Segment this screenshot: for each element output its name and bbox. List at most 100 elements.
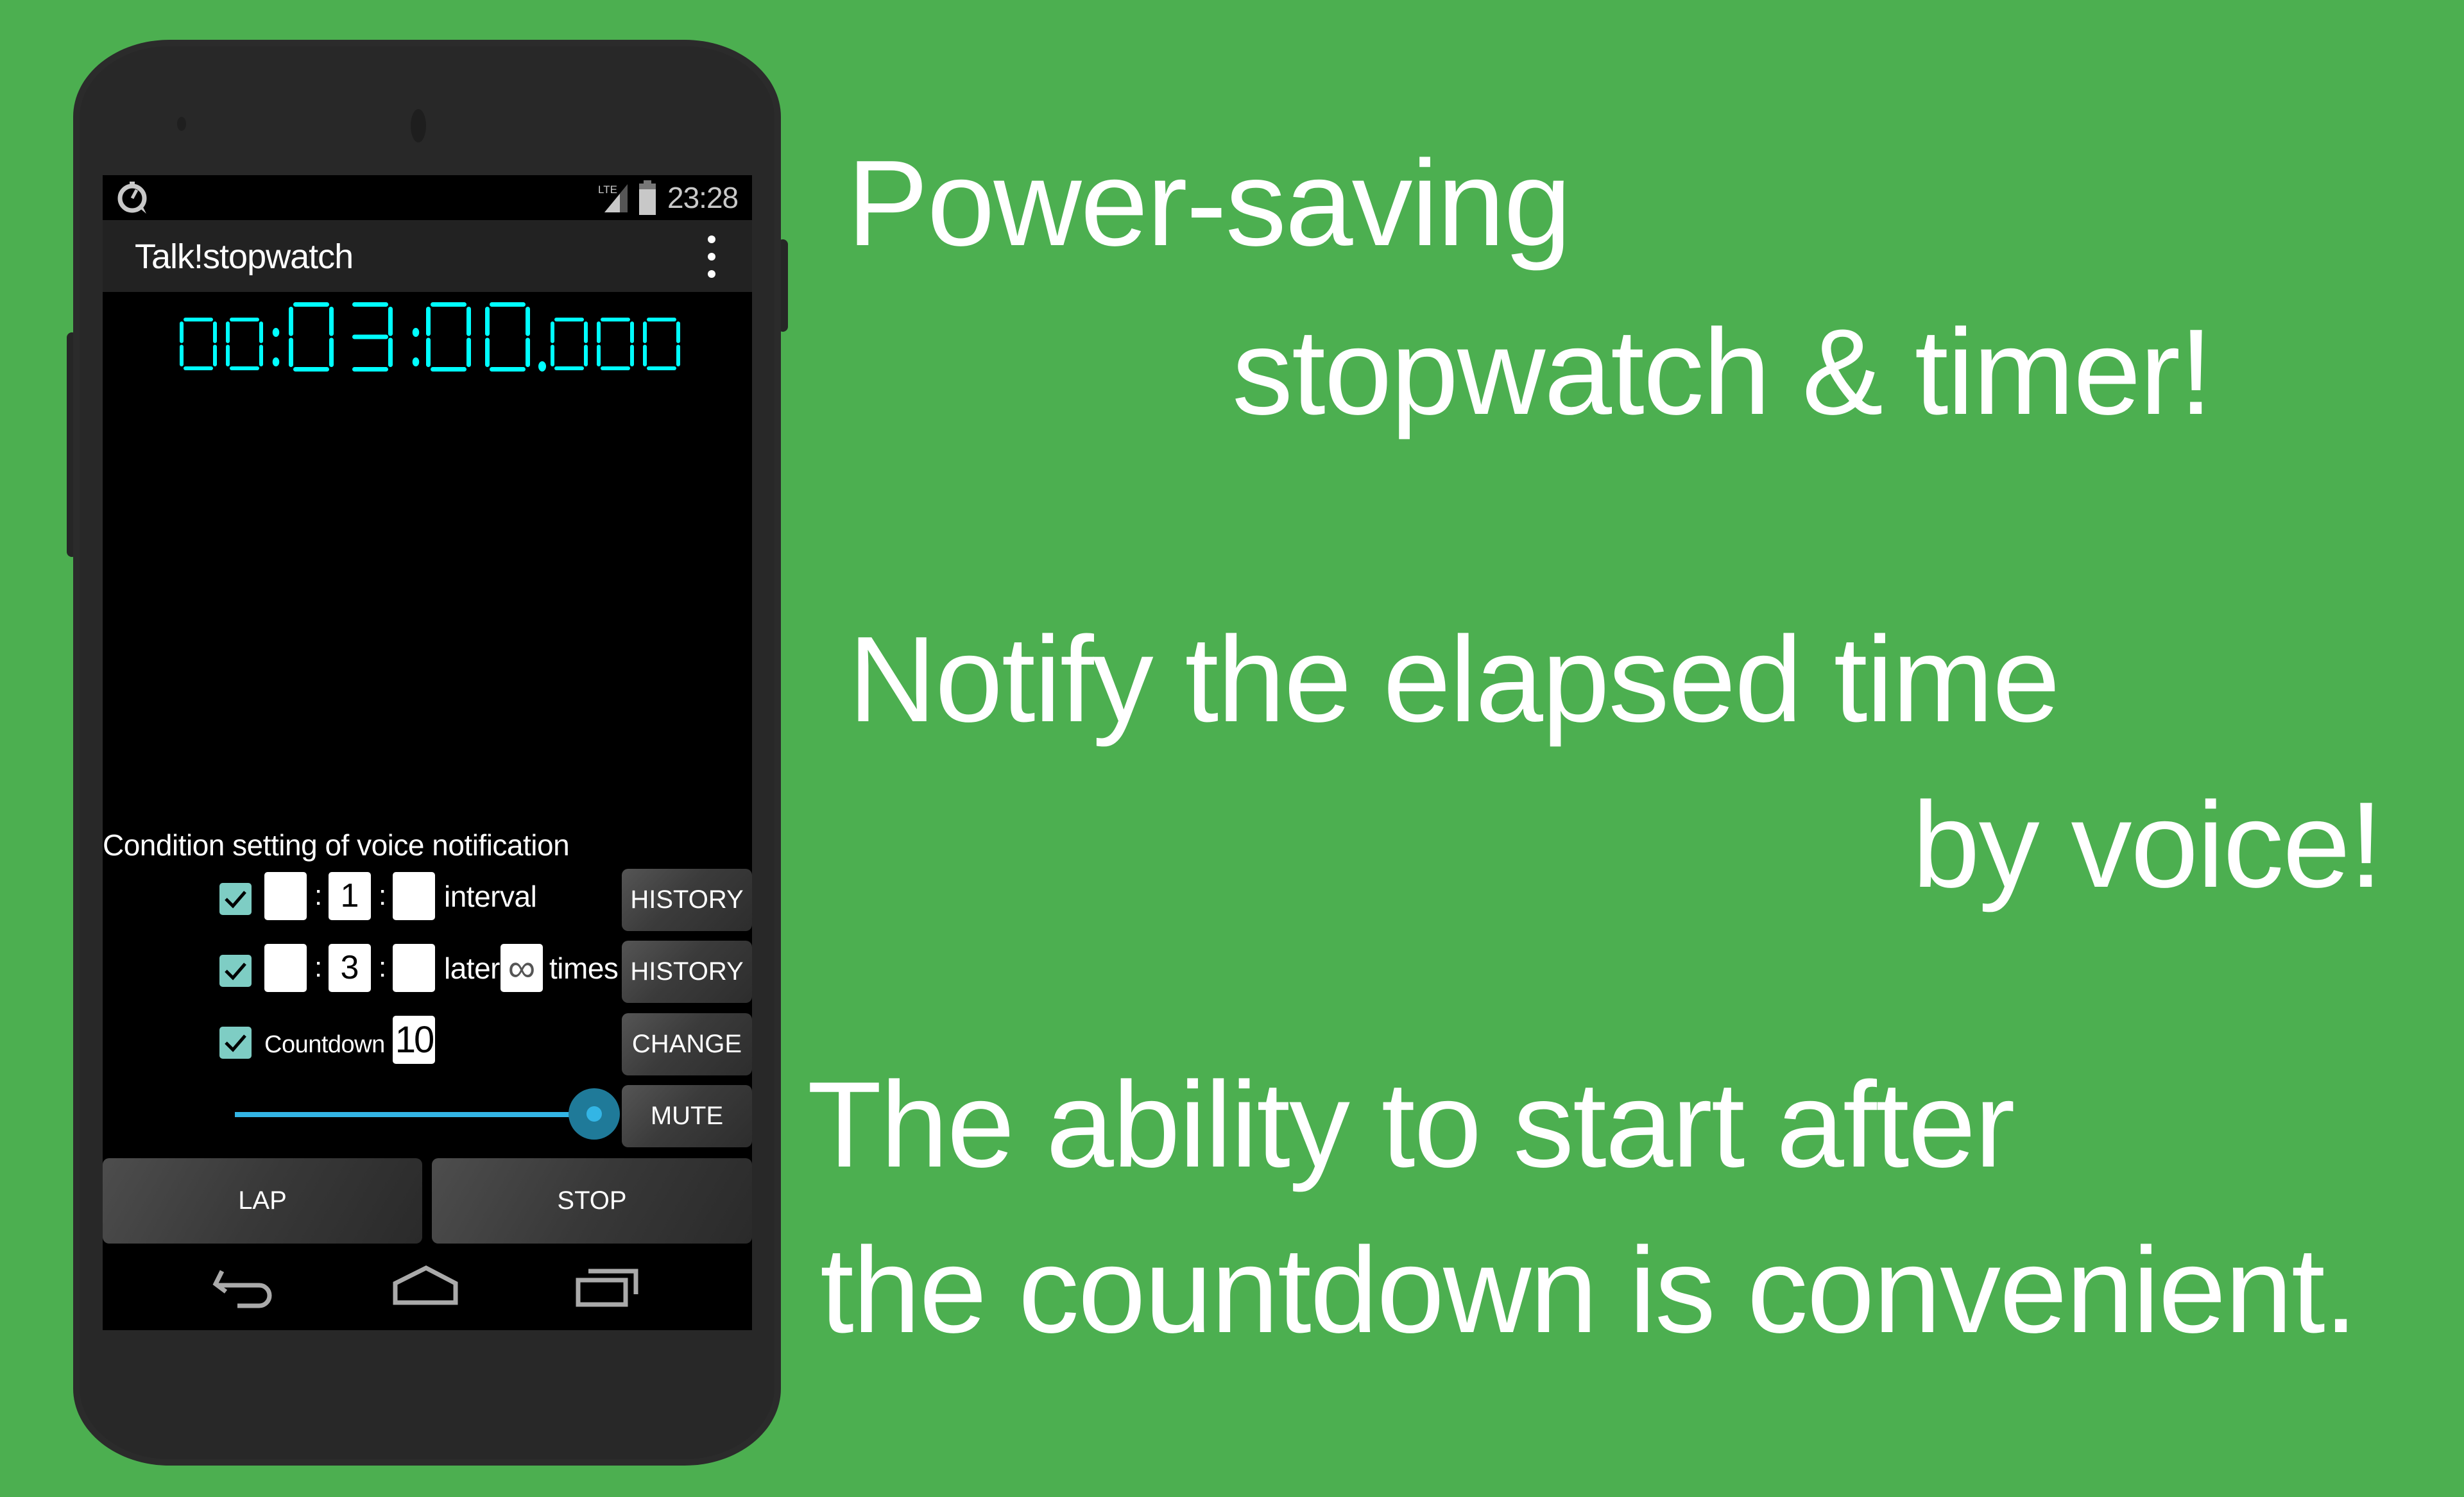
timer-hours-digit [226, 318, 263, 370]
timer-colon [272, 357, 280, 366]
segment [184, 318, 213, 321]
segment [431, 367, 466, 372]
segment [643, 345, 647, 366]
network-label: LTE [598, 184, 617, 196]
check-icon [225, 891, 246, 909]
timer-colon [272, 328, 280, 337]
segment [226, 321, 230, 343]
later-minutes-field[interactable]: 3 [329, 944, 371, 992]
segment [289, 338, 293, 367]
promo-line-ability: The ability to start after [807, 1057, 2015, 1193]
segment [551, 321, 554, 343]
interval-seconds-field[interactable] [393, 872, 435, 920]
condition-settings-title: Condition setting of voice notification [103, 828, 570, 862]
segment [213, 321, 217, 343]
check-icon [225, 1034, 246, 1052]
segment [601, 318, 630, 321]
overflow-menu-icon[interactable] [702, 235, 721, 278]
segment [329, 307, 334, 336]
volume-slider-track[interactable] [235, 1112, 594, 1117]
segment [630, 321, 634, 343]
segment [601, 366, 630, 370]
segment [630, 345, 634, 366]
timer-minutes-digit [352, 302, 393, 372]
promo-line-stopwatch-timer: stopwatch & timer! [1232, 304, 2213, 440]
segment [259, 321, 263, 343]
segment [676, 345, 680, 366]
separator: : [379, 952, 387, 983]
segment [526, 338, 530, 367]
phone-screen: LTE 23:28 Talk!stopwatch Condition setti… [103, 175, 752, 1330]
segment [551, 345, 554, 366]
countdown-seconds-field[interactable]: 10 [393, 1016, 435, 1064]
later-seconds-field[interactable] [393, 944, 435, 992]
separator: : [379, 880, 387, 911]
segment [584, 345, 588, 366]
segment [293, 302, 329, 307]
promo-line-by-voice: by voice! [1912, 777, 2383, 913]
separator: : [314, 952, 323, 983]
interval-hours-field[interactable] [264, 872, 307, 920]
segment [490, 367, 526, 372]
segment [388, 307, 393, 336]
segment [466, 338, 471, 367]
segment [426, 338, 431, 367]
volume-slider-thumb[interactable] [586, 1106, 602, 1122]
later-label: later [444, 952, 500, 985]
segment [554, 318, 584, 321]
interval-checkbox[interactable] [219, 883, 252, 915]
lap-button[interactable]: LAP [103, 1158, 422, 1244]
timer-seconds-digit [426, 302, 471, 372]
segment [676, 321, 680, 343]
status-bar: LTE 23:28 [103, 175, 752, 220]
segment [352, 334, 388, 339]
segment [526, 307, 530, 336]
segment [597, 321, 601, 343]
signal-lte-icon: LTE [598, 182, 630, 214]
segment [490, 302, 526, 307]
home-icon[interactable] [391, 1264, 462, 1315]
timer-milliseconds-digit [551, 318, 588, 370]
segment [293, 367, 329, 372]
separator: : [314, 880, 323, 911]
segment [289, 307, 293, 336]
app-title: Talk!stopwatch [135, 237, 354, 276]
segment [466, 307, 471, 336]
segment [597, 345, 601, 366]
timer-hours-digit [180, 318, 217, 370]
stop-button[interactable]: STOP [432, 1158, 752, 1244]
segment [230, 318, 259, 321]
segment [213, 345, 217, 366]
later-checkbox[interactable] [219, 955, 252, 987]
interval-label: interval [444, 880, 537, 913]
repeat-times-field[interactable]: ∞ [501, 944, 543, 992]
segment [426, 307, 431, 336]
stopwatch-notification-icon [117, 182, 147, 214]
times-label: times [549, 952, 619, 985]
check-icon [225, 962, 246, 980]
segment [329, 338, 334, 367]
segment [230, 366, 259, 370]
promo-line-countdown: the countdown is convenient. [820, 1222, 2358, 1358]
mute-button[interactable]: MUTE [622, 1085, 752, 1147]
segment [226, 345, 230, 366]
later-hours-field[interactable] [264, 944, 307, 992]
interval-minutes-field[interactable]: 1 [329, 872, 371, 920]
segment [352, 367, 388, 372]
front-camera [411, 109, 426, 142]
segment [184, 366, 213, 370]
timer-minutes-digit [289, 302, 334, 372]
countdown-checkbox[interactable] [219, 1027, 252, 1059]
interval-history-button[interactable]: HISTORY [622, 869, 752, 931]
timer-colon [412, 357, 420, 366]
segment [485, 307, 490, 336]
recents-icon[interactable] [574, 1266, 645, 1317]
timer-seconds-digit [485, 302, 530, 372]
timer-display [180, 302, 680, 372]
segment [554, 366, 584, 370]
later-history-button[interactable]: HISTORY [622, 941, 752, 1003]
countdown-change-button[interactable]: CHANGE [622, 1013, 752, 1075]
back-icon[interactable] [212, 1266, 282, 1317]
timer-decimal-point [538, 361, 546, 372]
status-clock: 23:28 [667, 181, 739, 214]
